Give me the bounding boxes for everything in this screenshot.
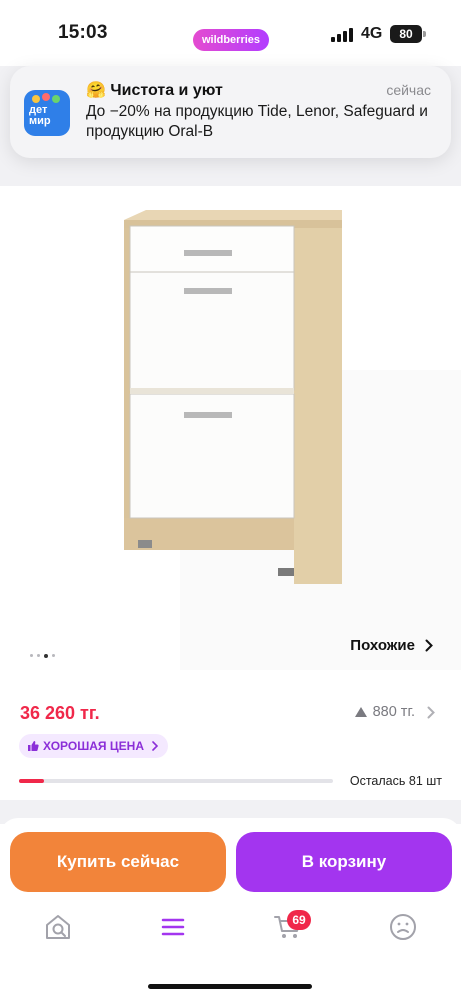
good-price-badge[interactable]: ХОРОШАЯ ЦЕНА [19, 734, 168, 758]
chevron-right-icon [425, 639, 433, 652]
add-to-cart-button[interactable]: В корзину [236, 832, 452, 892]
similar-label: Похожие [350, 637, 415, 654]
icon-dot [52, 95, 60, 103]
price-change: 880 тг. [372, 704, 415, 720]
battery-tip [423, 31, 426, 37]
stock-remaining: Осталась 81 шт [349, 774, 442, 788]
shoe-cabinet-image [124, 210, 342, 584]
wildberries-pill[interactable]: wildberries [193, 29, 269, 51]
home-indicator [148, 984, 312, 989]
pagination-dot [52, 654, 55, 657]
thumbs-up-icon [28, 741, 39, 751]
pagination-dot [30, 654, 33, 657]
notification-title-text: Чистота и уют [110, 82, 223, 99]
notification-time: сейчас [386, 82, 431, 98]
icon-dot [32, 95, 40, 103]
price-history-link[interactable]: 880 тг. [354, 704, 435, 720]
status-time: 15:03 [58, 22, 108, 43]
battery-icon: 80 [390, 25, 422, 43]
icon-text-bottom: мир [29, 115, 51, 127]
price-card: 36 260 тг. 880 тг. ХОРОШАЯ ЦЕНА Осталась… [0, 680, 461, 800]
chevron-right-icon [427, 706, 435, 718]
triangle-up-icon [354, 707, 367, 717]
buy-now-button[interactable]: Купить сейчас [10, 832, 226, 892]
stock-progress-bar [19, 779, 333, 783]
current-price: 36 260 тг. [20, 703, 100, 723]
hug-emoji-icon: 🤗 [86, 82, 106, 99]
cellular-signal-icon [331, 28, 353, 42]
badge-label: ХОРОШАЯ ЦЕНА [43, 739, 144, 753]
status-bar: 15:03 wildberries 4G 80 [0, 0, 461, 66]
detmir-app-icon: дет мир [24, 90, 70, 136]
notification-title: 🤗 Чистота и уют [86, 80, 223, 100]
push-notification[interactable]: дет мир 🤗 Чистота и уют сейчас До −20% н… [10, 66, 451, 158]
pagination-dot [37, 654, 40, 657]
cart-count-badge: 69 [287, 910, 311, 930]
gallery-pagination [30, 653, 55, 658]
catalog-menu-icon[interactable] [158, 912, 188, 942]
chevron-right-icon [152, 741, 158, 751]
network-type: 4G [361, 25, 383, 42]
icon-dot [42, 93, 50, 101]
stock-progress-fill [19, 779, 45, 783]
notification-body: До −20% на продукцию Tide, Lenor, Safegu… [86, 103, 428, 140]
similar-products-link[interactable]: Похожие [350, 637, 433, 654]
home-search-icon[interactable] [43, 912, 73, 942]
pagination-dot-active [44, 653, 48, 658]
battery-level: 80 [399, 27, 413, 41]
profile-icon[interactable] [388, 912, 418, 942]
